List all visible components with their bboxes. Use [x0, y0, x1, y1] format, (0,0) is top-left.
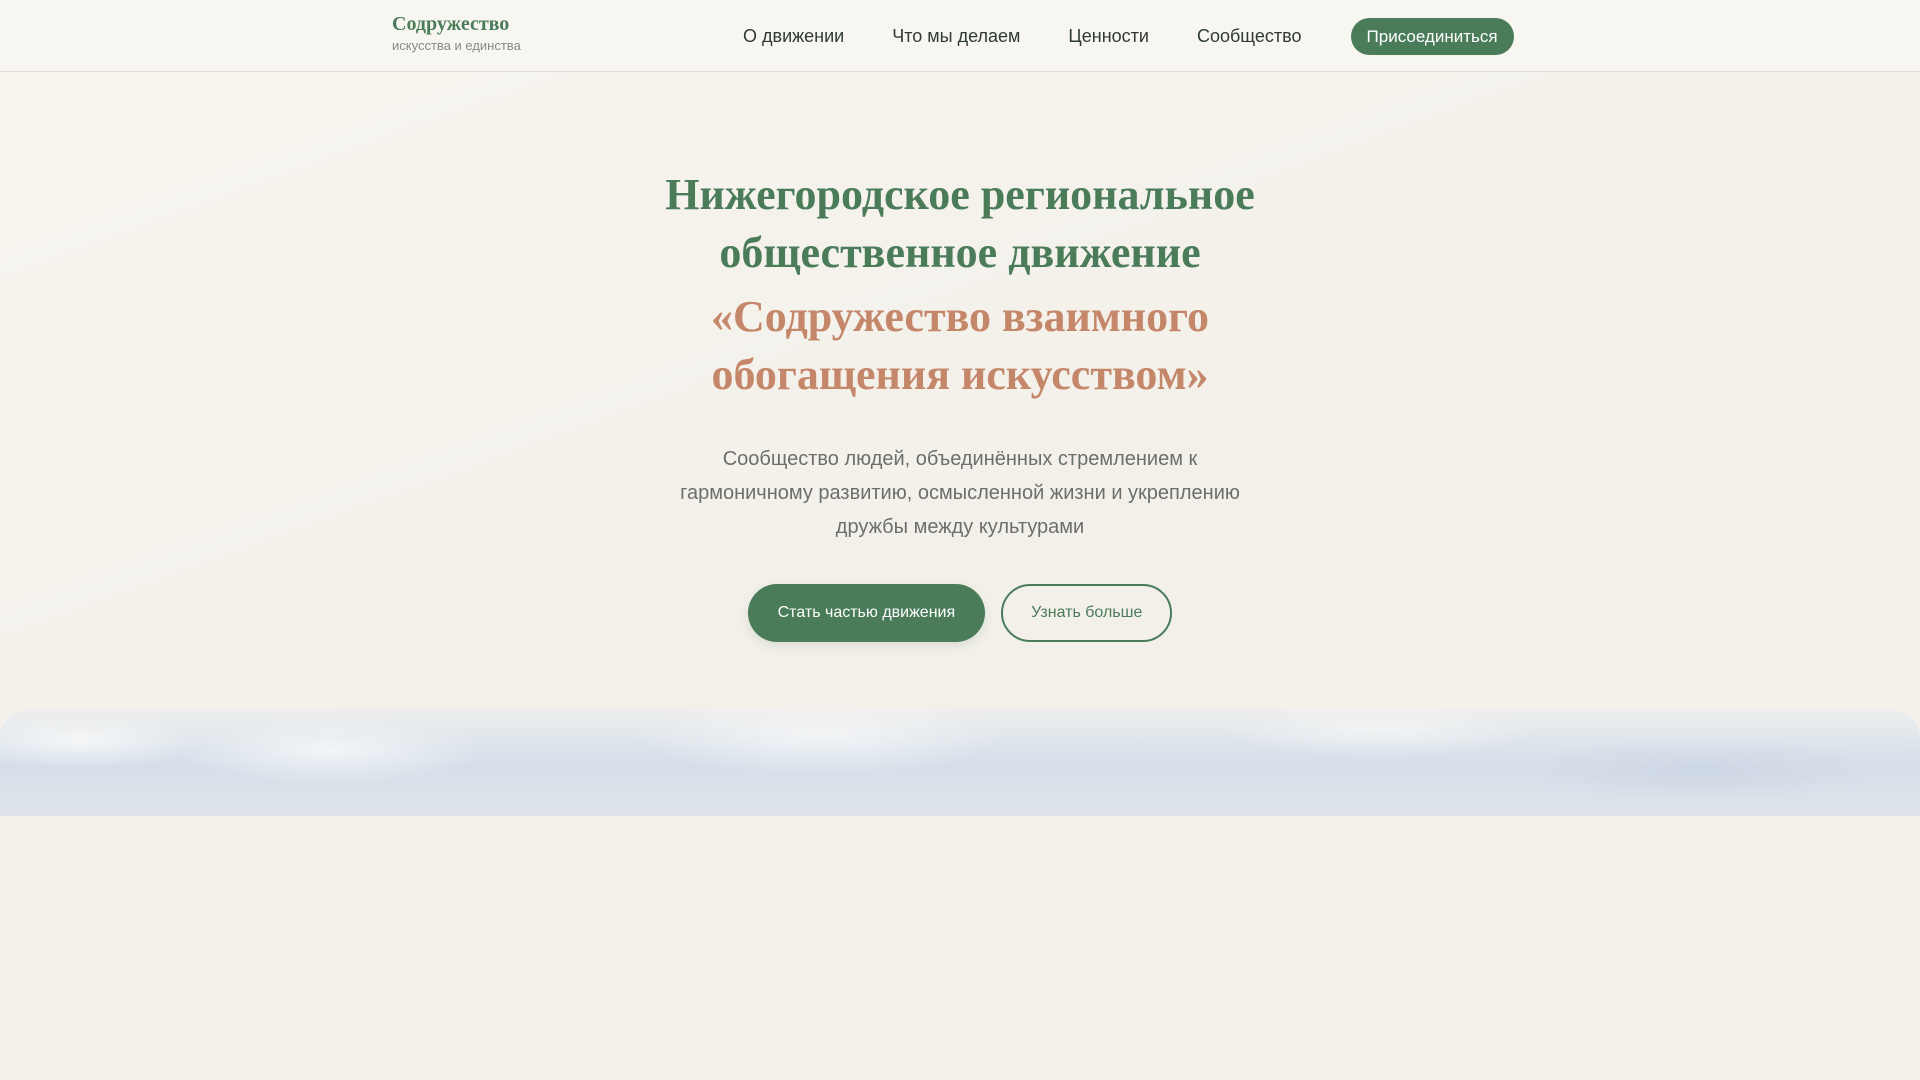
hero-image-fade: [0, 710, 1920, 750]
hero-sky-image: [0, 710, 1920, 816]
hero-description-line-2: гармоничному развитию, осмысленной жизни…: [680, 482, 1240, 504]
learn-more-button[interactable]: Узнать больше: [1001, 584, 1173, 642]
nav-link-what-we-do[interactable]: Что мы делаем: [892, 24, 1020, 48]
hero-description-line-3: дружбы между культурами: [835, 516, 1085, 538]
nav-link-values[interactable]: Ценности: [1068, 24, 1149, 48]
hero-title: Нижегородское региональное общественное …: [560, 166, 1360, 282]
hero-section: Нижегородское региональное общественное …: [560, 166, 1360, 642]
hero-subtitle-line-2: обогащения искусством»: [711, 350, 1209, 399]
hero-title-line-1: Нижегородское региональное: [665, 170, 1255, 219]
nav-link-community[interactable]: Сообщество: [1197, 24, 1302, 48]
hero-title-line-2: общественное движение: [719, 228, 1201, 277]
hero-buttons: Стать частью движения Узнать больше: [560, 584, 1360, 642]
site-header: Содружество искусства и единства О движе…: [0, 0, 1920, 72]
brand-tagline: искусства и единства: [392, 38, 521, 53]
nav-link-about[interactable]: О движении: [743, 24, 844, 48]
join-button[interactable]: Присоединиться: [1350, 17, 1514, 55]
hero-description: Сообщество людей, объединённых стремлени…: [660, 442, 1260, 544]
become-member-button[interactable]: Стать частью движения: [747, 584, 986, 642]
brand-name: Содружество: [392, 13, 510, 35]
hero-description-line-1: Сообщество людей, объединённых стремлени…: [722, 448, 1198, 470]
hero-subtitle: «Содружество взаимного обогащения искусс…: [560, 288, 1360, 404]
main-nav: О движении Что мы делаем Ценности Сообще…: [743, 0, 1514, 72]
brand-logo[interactable]: Содружество искусства и единства: [392, 12, 521, 55]
hero-subtitle-line-1: «Содружество взаимного: [710, 292, 1210, 341]
